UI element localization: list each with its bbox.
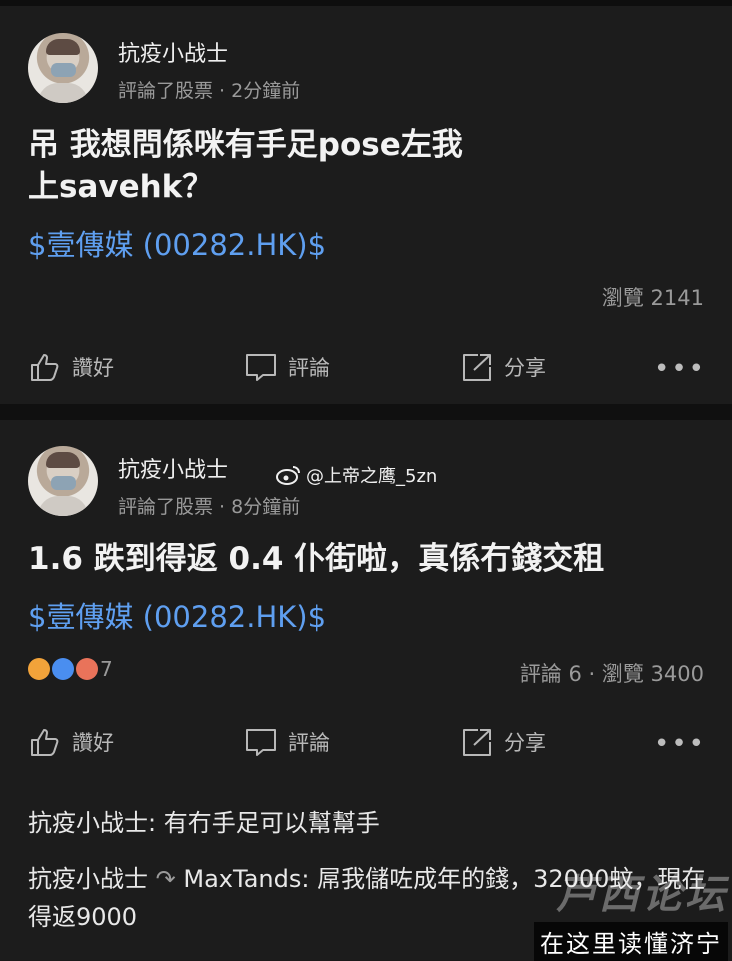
angry-reaction-icon <box>76 658 98 680</box>
more-options-icon[interactable]: ••• <box>654 729 706 759</box>
username[interactable]: 抗疫小战士 <box>118 452 228 484</box>
comment-author[interactable]: 抗疫小战士 <box>28 865 148 893</box>
weibo-logo-icon <box>276 466 300 485</box>
comment-label: 評論 <box>288 356 330 380</box>
reply-arrow-icon: ↷ <box>155 865 176 893</box>
username[interactable]: 抗疫小战士 <box>118 36 228 68</box>
more-options-icon[interactable]: ••• <box>654 354 706 384</box>
post-content-line: 上savehk？ <box>28 169 214 205</box>
thumbs-up-icon <box>31 729 59 756</box>
reply-to-user[interactable]: MaxTands: <box>183 865 309 893</box>
like-label: 讚好 <box>72 731 114 755</box>
like-reaction-icon <box>52 658 74 680</box>
share-label: 分享 <box>504 731 546 755</box>
share-icon <box>463 354 491 381</box>
avatar[interactable] <box>28 446 98 516</box>
like-label: 讚好 <box>72 356 114 380</box>
post-content-line: 吊 我想問係咪有手足pose左我 <box>28 127 463 163</box>
like-button[interactable]: 讚好 <box>28 725 114 759</box>
comment-button[interactable]: 評論 <box>244 725 330 759</box>
watermark-slogan: 在这里读懂济宁 <box>534 922 728 961</box>
share-button[interactable]: 分享 <box>460 350 546 384</box>
share-button[interactable]: 分享 <box>460 725 546 759</box>
post-content: 1.6 跌到得返 0.4 仆街啦，真係冇錢交租 <box>28 541 605 577</box>
comment-button[interactable]: 評論 <box>244 350 330 384</box>
comment-text: 有冇手足可以幫幫手 <box>156 809 380 837</box>
avatar[interactable] <box>28 33 98 103</box>
like-button[interactable]: 讚好 <box>28 350 114 384</box>
weibo-handle: @上帝之鹰_5zn <box>306 466 438 487</box>
reaction-count: 7 <box>100 657 113 681</box>
stock-link[interactable]: $壹傳媒 (00282.HK)$ <box>28 222 326 264</box>
post-stats: 評論 6 · 瀏覽 3400 <box>519 662 704 686</box>
comment-label: 評論 <box>288 731 330 755</box>
share-icon <box>463 729 491 756</box>
comment-author[interactable]: 抗疫小战士: <box>28 809 156 837</box>
post-content: 吊 我想問係咪有手足pose左我 上savehk？ <box>28 124 588 208</box>
post-card-1: 抗疫小战士 評論了股票 · 2分鐘前 吊 我想問係咪有手足pose左我 上sav… <box>0 6 732 404</box>
reactions-summary[interactable]: 7 <box>28 657 113 681</box>
comment-icon <box>246 354 276 381</box>
comment-item[interactable]: 抗疫小战士: 有冇手足可以幫幫手 <box>28 804 708 842</box>
view-count: 瀏覽 2141 <box>601 286 704 310</box>
post-meta: 評論了股票 · 2分鐘前 <box>118 80 301 102</box>
watermark-logo: 芦西论坛 <box>556 872 728 918</box>
stock-link[interactable]: $壹傳媒 (00282.HK)$ <box>28 594 326 636</box>
weibo-watermark: @上帝之鹰_5zn <box>276 462 437 488</box>
comment-icon <box>246 729 276 756</box>
laugh-reaction-icon <box>28 658 50 680</box>
share-label: 分享 <box>504 356 546 380</box>
site-watermark: 芦西论坛 在这里读懂济宁 <box>534 862 728 961</box>
post-separator <box>0 404 732 420</box>
post-meta: 評論了股票 · 8分鐘前 <box>118 496 301 518</box>
thumbs-up-icon <box>31 354 59 381</box>
